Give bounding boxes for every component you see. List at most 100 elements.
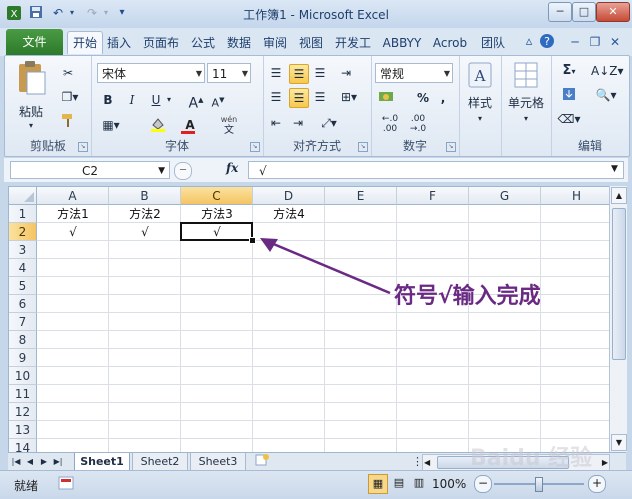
comma-style-button[interactable]: , <box>435 89 451 107</box>
page-layout-view-icon[interactable]: ▤ <box>390 474 408 492</box>
align-bottom-icon[interactable]: ☰ <box>311 64 329 82</box>
wrap-text-icon[interactable]: ⇥ <box>337 64 355 82</box>
merge-center-icon[interactable]: ⊞▾ <box>337 88 361 106</box>
sheet-tab-sheet1[interactable]: Sheet1 <box>74 453 130 471</box>
percent-style-button[interactable]: % <box>415 89 431 107</box>
macro-record-icon[interactable] <box>58 475 74 494</box>
next-sheet-icon[interactable]: ▶ <box>38 453 50 470</box>
font-color-button[interactable]: A <box>179 116 201 134</box>
tab-acrobat[interactable]: Acrob <box>428 32 472 54</box>
row-header-13[interactable]: 13 <box>9 421 37 439</box>
fill-color-icon[interactable] <box>145 116 171 137</box>
cell-c1[interactable]: 方法3 <box>181 205 253 223</box>
cell-b2[interactable]: √ <box>109 223 181 241</box>
cut-icon[interactable]: ✂ <box>59 64 77 82</box>
orientation-icon[interactable]: ⤢▾ <box>317 114 341 132</box>
cell-a1[interactable]: 方法1 <box>37 205 109 223</box>
last-sheet-icon[interactable]: ▶| <box>52 453 64 470</box>
tab-developer[interactable]: 开发工 <box>331 32 375 54</box>
scroll-up-icon[interactable]: ▲ <box>611 187 627 204</box>
row-header-5[interactable]: 5 <box>9 277 37 295</box>
font-name-dropdown[interactable]: 宋体 ▼ <box>97 63 205 83</box>
align-middle-icon[interactable]: ☰ <box>289 64 309 84</box>
minimize-ribbon-icon[interactable]: ▵ <box>520 33 538 51</box>
formula-bar-toggle-icon[interactable]: ─ <box>174 162 192 180</box>
page-break-view-icon[interactable]: ▥ <box>410 474 428 492</box>
insert-function-button[interactable]: fx <box>226 161 238 175</box>
tab-split-handle[interactable]: ⋮ <box>412 453 423 470</box>
italic-button[interactable]: I <box>123 91 141 109</box>
align-top-icon[interactable]: ☰ <box>267 64 285 82</box>
find-select-icon[interactable]: 🔍▾ <box>591 86 621 104</box>
row-header-1[interactable]: 1 <box>9 205 37 223</box>
number-launcher-icon[interactable]: ↘ <box>446 142 456 152</box>
column-header-d[interactable]: D <box>253 187 325 205</box>
decrease-indent-icon[interactable]: ⇤ <box>267 114 285 132</box>
workbook-close-icon[interactable]: ✕ <box>606 33 624 51</box>
cell-b1[interactable]: 方法2 <box>109 205 181 223</box>
zoom-out-icon[interactable]: − <box>474 475 492 493</box>
tab-formulas[interactable]: 公式 <box>187 32 219 54</box>
group-cells[interactable]: 单元格 ▾ <box>501 56 552 156</box>
increase-indent-icon[interactable]: ⇥ <box>289 114 307 132</box>
decrease-decimal-icon[interactable]: .00 →.0 <box>405 114 431 134</box>
row-header-7[interactable]: 7 <box>9 313 37 331</box>
fill-icon[interactable] <box>557 86 581 107</box>
row-header-3[interactable]: 3 <box>9 241 37 259</box>
tab-page-layout[interactable]: 页面布 <box>139 32 183 54</box>
minimize-button[interactable]: ─ <box>548 2 572 22</box>
scroll-left-icon[interactable]: ◀ <box>424 455 430 470</box>
workbook-minimize-icon[interactable]: ─ <box>566 33 584 51</box>
normal-view-icon[interactable]: ▦ <box>368 474 388 494</box>
row-header-6[interactable]: 6 <box>9 295 37 313</box>
cell-a2[interactable]: √ <box>37 223 109 241</box>
zoom-slider-thumb[interactable] <box>535 477 543 492</box>
number-format-dropdown[interactable]: 常规 ▼ <box>375 63 453 83</box>
group-styles[interactable]: A 样式 ▾ <box>459 56 502 156</box>
clipboard-launcher-icon[interactable]: ↘ <box>78 142 88 152</box>
column-header-c[interactable]: C <box>181 187 253 205</box>
vertical-scrollbar[interactable]: ▲ ▼ <box>609 186 627 452</box>
phonetic-guide-button[interactable]: wén 文 <box>215 114 243 136</box>
paste-button[interactable]: 粘贴 ▾ <box>11 60 51 134</box>
align-left-icon[interactable]: ☰ <box>267 88 285 106</box>
font-size-dropdown[interactable]: 11 ▼ <box>207 63 251 83</box>
tab-data[interactable]: 数据 <box>223 32 255 54</box>
formula-input[interactable]: √ <box>248 161 624 179</box>
currency-format-icon[interactable] <box>375 89 399 110</box>
formula-expand-icon[interactable]: ▼ <box>611 164 618 174</box>
sheet-tab-sheet3[interactable]: Sheet3 <box>190 453 246 471</box>
column-header-f[interactable]: F <box>397 187 469 205</box>
clear-icon[interactable]: ⌫▾ <box>557 110 581 128</box>
column-header-a[interactable]: A <box>37 187 109 205</box>
sort-filter-icon[interactable]: A↓Z▾ <box>591 62 624 80</box>
tab-home[interactable]: 开始 <box>67 31 103 54</box>
close-button[interactable]: ✕ <box>596 2 630 22</box>
row-header-12[interactable]: 12 <box>9 403 37 421</box>
first-sheet-icon[interactable]: |◀ <box>10 453 22 470</box>
underline-dropdown-icon[interactable]: ▾ <box>165 91 173 109</box>
row-header-10[interactable]: 10 <box>9 367 37 385</box>
scroll-thumb[interactable] <box>612 208 626 360</box>
column-header-h[interactable]: H <box>541 187 610 205</box>
font-launcher-icon[interactable]: ↘ <box>250 142 260 152</box>
alignment-launcher-icon[interactable]: ↘ <box>358 142 368 152</box>
tab-view[interactable]: 视图 <box>295 32 327 54</box>
sheet-tab-sheet2[interactable]: Sheet2 <box>132 453 188 471</box>
zoom-in-icon[interactable]: + <box>588 475 606 493</box>
row-header-11[interactable]: 11 <box>9 385 37 403</box>
grow-font-button[interactable]: A▲ <box>187 91 205 113</box>
insert-sheet-icon[interactable] <box>250 453 274 470</box>
column-header-b[interactable]: B <box>109 187 181 205</box>
align-center-icon[interactable]: ☰ <box>289 88 309 108</box>
autosum-button[interactable]: Σ▾ <box>557 62 581 81</box>
help-icon[interactable]: ? <box>538 33 556 51</box>
increase-decimal-icon[interactable]: ←.0.00 <box>377 114 403 134</box>
tab-team[interactable]: 团队 <box>477 32 509 54</box>
align-right-icon[interactable]: ☰ <box>311 88 329 106</box>
tab-abbyy[interactable]: ABBYY <box>380 32 424 54</box>
zoom-level[interactable]: 100% <box>432 477 466 491</box>
row-header-4[interactable]: 4 <box>9 259 37 277</box>
column-header-e[interactable]: E <box>325 187 397 205</box>
scroll-down-icon[interactable]: ▼ <box>611 434 627 451</box>
